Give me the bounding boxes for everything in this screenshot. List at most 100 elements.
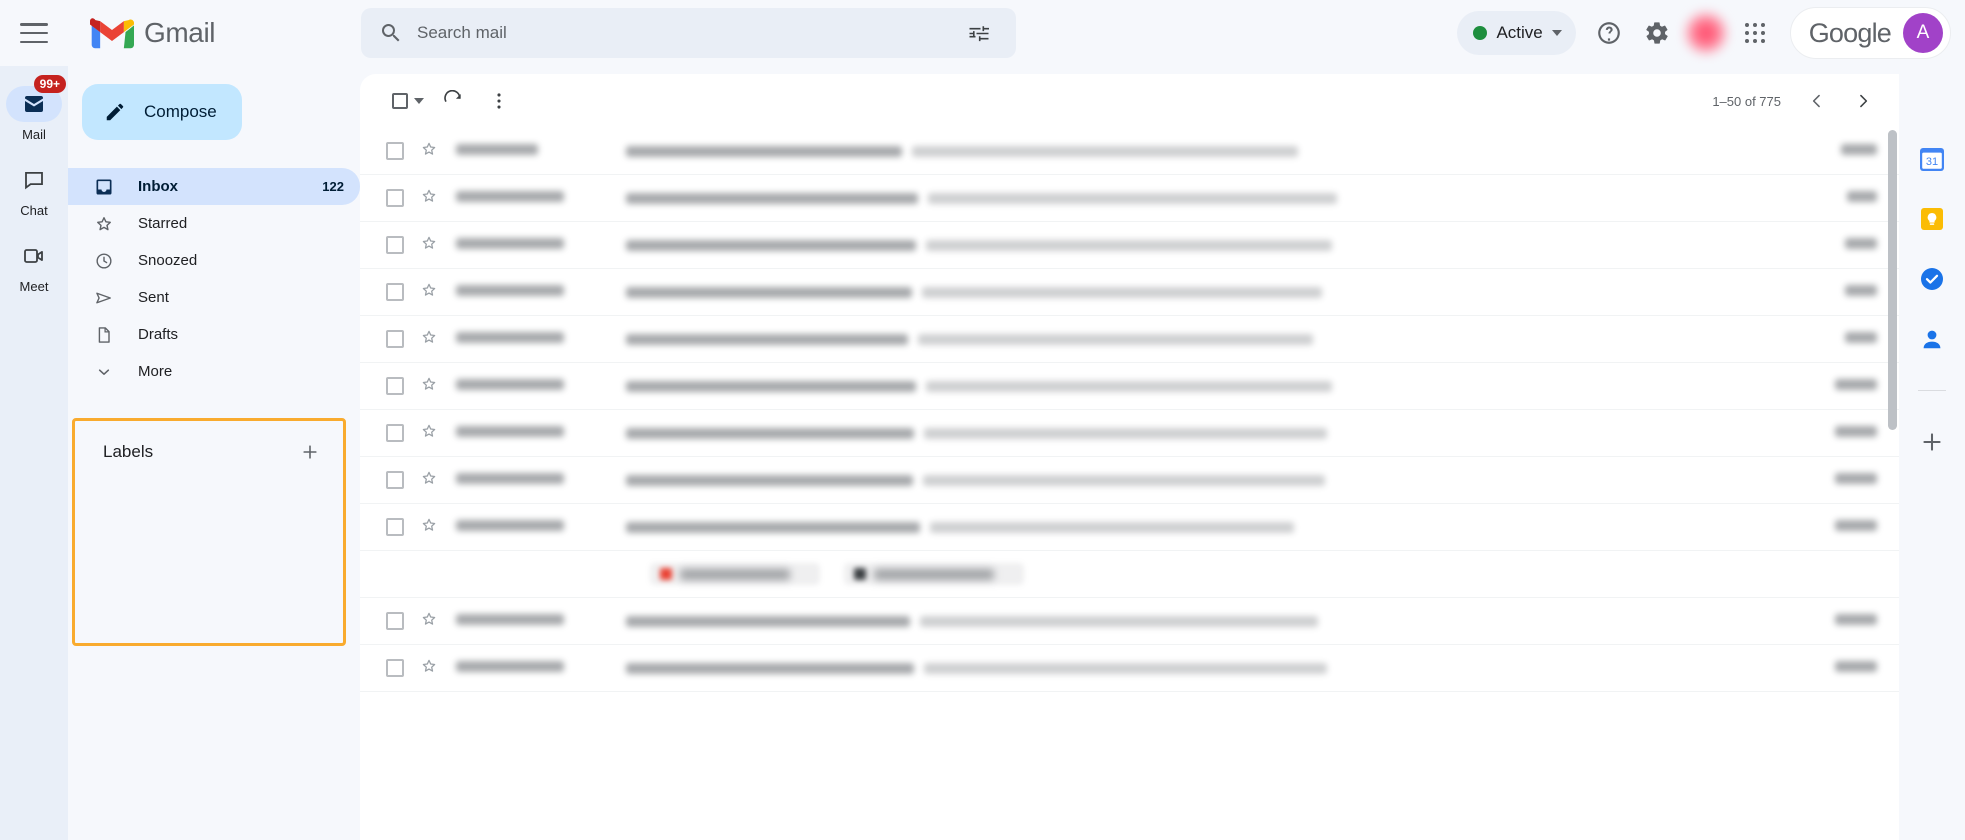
inbox-unread-count: 122 [322,179,344,194]
star-icon [94,214,114,234]
more-options-button[interactable] [476,78,522,124]
row-checkbox[interactable] [386,518,404,536]
row-attachments[interactable] [360,551,1899,598]
google-keep-button[interactable] [1915,202,1949,236]
row-checkbox[interactable] [386,283,404,301]
status-chip[interactable]: Active [1457,11,1576,55]
notification-blur-indicator [1683,11,1728,55]
compose-button[interactable]: Compose [82,84,242,140]
sidebar-item-inbox[interactable]: Inbox 122 [68,168,360,205]
table-row[interactable] [360,410,1899,457]
row-checkbox[interactable] [386,424,404,442]
star-icon[interactable] [420,657,438,680]
row-date [1817,142,1877,160]
help-button[interactable] [1586,10,1632,56]
star-icon[interactable] [420,375,438,398]
row-date [1817,330,1877,348]
google-wordmark: Google [1808,17,1892,48]
search-icon [382,24,400,42]
refresh-button[interactable] [430,78,476,124]
table-row[interactable] [360,457,1899,504]
row-sender [456,471,626,489]
mail-list[interactable] [360,128,1899,840]
rail-item-mail[interactable]: 99+ Mail [6,75,66,142]
star-icon[interactable] [420,140,438,163]
row-checkbox[interactable] [386,659,404,677]
table-row[interactable] [360,269,1899,316]
mail-toolbar: 1–50 of 775 [360,74,1899,128]
create-label-button[interactable] [297,439,323,465]
row-date [1817,377,1877,395]
star-icon[interactable] [420,234,438,257]
star-icon[interactable] [420,281,438,304]
google-calendar-button[interactable]: 31 [1915,142,1949,176]
gmail-app: Gmail Active [0,0,1965,840]
table-row[interactable] [360,175,1899,222]
search-area [361,8,1016,58]
row-date [1817,283,1877,301]
brand[interactable]: Gmail [68,16,353,50]
status-dot-icon [1473,26,1488,40]
mail-list-scrollbar[interactable] [1888,130,1897,430]
table-row[interactable] [360,645,1899,692]
rail-item-meet[interactable]: Meet [6,238,62,294]
select-all-control[interactable] [386,87,430,115]
star-icon[interactable] [420,469,438,492]
chevron-down-icon [1551,30,1562,36]
google-contacts-button[interactable] [1915,322,1949,356]
sidebar-label-inbox: Inbox [138,178,178,195]
sidebar: Compose Inbox 122 Starred Snoozed Sent D… [68,66,360,840]
search-options-button[interactable] [956,10,1002,56]
add-app-button[interactable] [1915,425,1949,459]
svg-text:31: 31 [1926,156,1938,168]
main-content: 1–50 of 775 [360,66,1899,840]
row-checkbox[interactable] [386,236,404,254]
row-checkbox[interactable] [386,471,404,489]
gear-icon [1646,22,1668,44]
keep-icon [1921,208,1943,230]
row-checkbox[interactable] [386,330,404,348]
table-row[interactable] [360,598,1899,645]
next-page-button[interactable] [1843,81,1883,121]
table-row[interactable] [360,504,1899,551]
inbox-icon [94,177,114,197]
app-header: Gmail Active [0,0,1965,66]
status-label: Active [1496,23,1543,42]
row-subject [626,662,1817,674]
rail-label-mail: Mail [22,127,46,142]
star-icon[interactable] [420,422,438,445]
star-icon[interactable] [420,187,438,210]
sidebar-item-sent[interactable]: Sent [68,279,360,316]
table-row[interactable] [360,128,1899,175]
star-icon[interactable] [420,516,438,539]
attachment-chip[interactable] [844,563,1024,585]
row-checkbox[interactable] [386,189,404,207]
row-subject [626,145,1817,157]
document-icon [94,325,114,345]
settings-button[interactable] [1634,10,1680,56]
star-icon[interactable] [420,610,438,633]
table-row[interactable] [360,363,1899,410]
sidebar-item-more[interactable]: More [68,353,360,390]
mail-unread-badge: 99+ [33,75,66,93]
row-date [1817,612,1877,630]
row-checkbox[interactable] [386,612,404,630]
sidebar-item-starred[interactable]: Starred [68,205,360,242]
sidebar-item-snoozed[interactable]: Snoozed [68,242,360,279]
previous-page-button[interactable] [1797,81,1837,121]
table-row[interactable] [360,316,1899,363]
attachment-chip[interactable] [650,563,820,585]
star-icon[interactable] [420,328,438,351]
account-switcher[interactable]: Google A [1789,7,1951,59]
avatar[interactable]: A [1903,13,1943,53]
sidebar-item-drafts[interactable]: Drafts [68,316,360,353]
google-tasks-button[interactable] [1915,262,1949,296]
row-checkbox[interactable] [386,377,404,395]
table-row[interactable] [360,222,1899,269]
rail-item-chat[interactable]: Chat [6,162,62,218]
main-menu-button[interactable] [0,0,68,66]
row-checkbox[interactable] [386,142,404,160]
search-input[interactable] [417,23,942,43]
google-apps-button[interactable] [1732,10,1778,56]
search-bar[interactable] [361,8,1016,58]
